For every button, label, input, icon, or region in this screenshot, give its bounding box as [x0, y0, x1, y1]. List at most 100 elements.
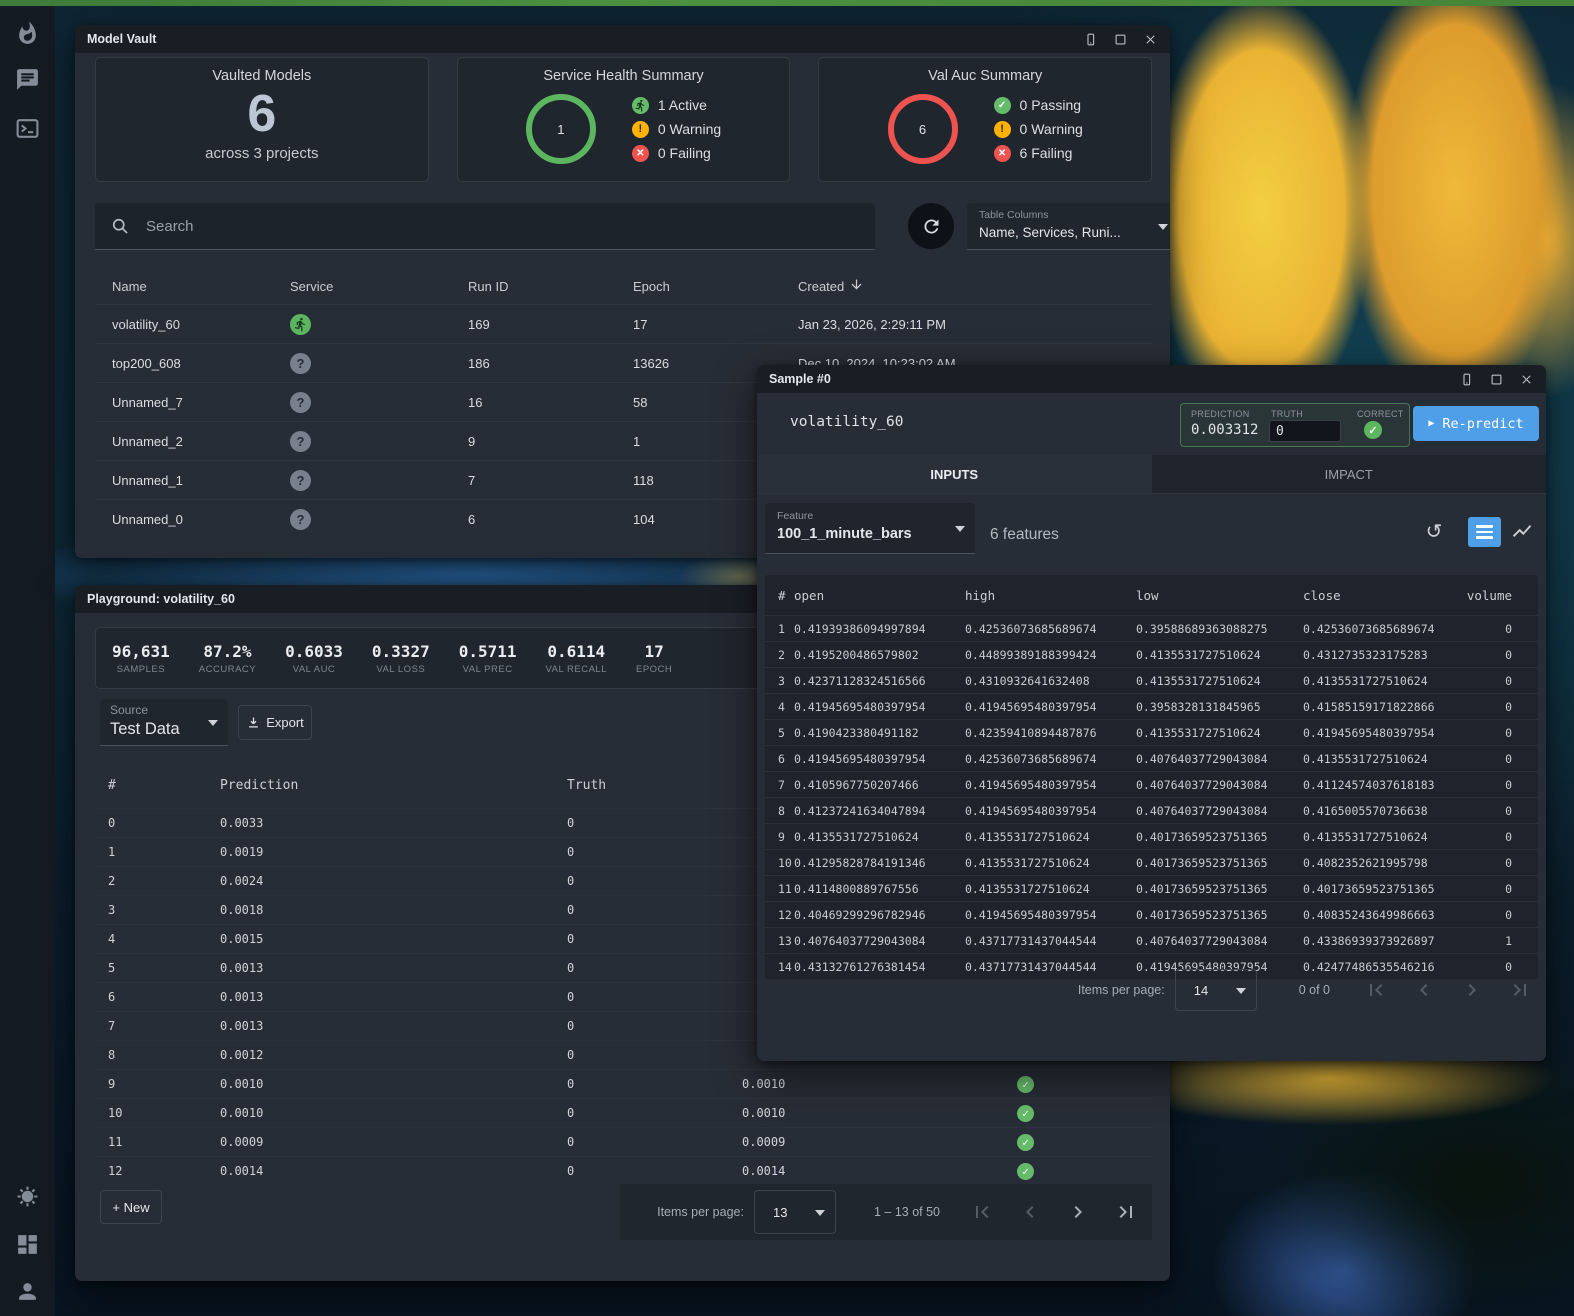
column-header-idx[interactable]: # [95, 778, 220, 793]
maximize-button[interactable] [1489, 372, 1504, 387]
column-header-truth[interactable]: Truth [567, 778, 742, 793]
legend-label: 1 Active [658, 97, 707, 113]
next-page-button[interactable] [1460, 978, 1484, 1002]
first-page-button[interactable] [1364, 978, 1388, 1002]
close-button[interactable] [1143, 32, 1158, 47]
feature-table-header: #openhighlowclosevolume [765, 575, 1538, 615]
model-name-cell: volatility_60 [95, 317, 290, 332]
prediction-cell: 0.0033 [220, 816, 567, 830]
high-cell: 0.41945695480397954 [965, 804, 1136, 818]
stat-item: 0.6033VAL AUC [285, 642, 343, 675]
stat-value: 96,631 [112, 642, 170, 661]
feature-row: 50.41904233804911820.423594108944878760.… [765, 719, 1538, 745]
popout-phone-button[interactable] [1459, 372, 1474, 387]
feature-row: 120.404692992967829460.41945695480397954… [765, 901, 1538, 927]
column-header-created[interactable]: Created [798, 277, 1152, 295]
feature-row: 30.423711283245165660.43109326416324080.… [765, 667, 1538, 693]
items-per-page-select[interactable]: 13 [754, 1190, 836, 1234]
previous-page-button[interactable] [1412, 978, 1436, 1002]
maximize-button[interactable] [1113, 32, 1128, 47]
truth-input[interactable] [1269, 420, 1341, 442]
val-auc-legend: ✓0 Passing!0 Warning✕6 Failing [994, 97, 1083, 162]
history-icon[interactable]: ↺ [1420, 518, 1448, 546]
index-cell: 7 [765, 778, 794, 792]
column-header-low: low [1136, 588, 1303, 603]
new-sample-button[interactable]: + New [100, 1190, 162, 1224]
brightness-icon[interactable] [15, 1184, 40, 1209]
flame-icon[interactable] [15, 21, 40, 46]
warning-icon: ! [994, 121, 1011, 138]
prediction-cell: 0.0015 [220, 932, 567, 946]
run-id-cell: 16 [468, 395, 633, 410]
high-cell: 0.42536073685689674 [965, 622, 1136, 636]
column-header-prediction[interactable]: Prediction [220, 778, 567, 793]
search-input[interactable] [144, 217, 838, 236]
correct-check-icon: ✓ [1017, 1134, 1034, 1151]
prediction-row[interactable]: 100.001000.0010✓ [95, 1098, 1152, 1127]
refresh-button[interactable] [908, 203, 954, 249]
prediction-row[interactable]: 120.001400.0014✓ [95, 1156, 1152, 1185]
line-chart-icon [1511, 520, 1533, 542]
column-header-run-id[interactable]: Run ID [468, 279, 633, 294]
ring-value: 1 [557, 122, 564, 137]
correct-cell: ✓ [1017, 1163, 1152, 1180]
legend-item: !0 Warning [632, 121, 721, 138]
model-name-cell: Unnamed_7 [95, 395, 290, 410]
column-header-service[interactable]: Service [290, 279, 468, 294]
last-page-button[interactable] [1508, 978, 1532, 1002]
repredict-button[interactable]: ▶ Re-predict [1413, 406, 1539, 441]
dashboard-icon[interactable] [15, 1232, 40, 1257]
chat-icon[interactable] [15, 67, 40, 92]
model-vault-titlebar[interactable]: Model Vault [75, 25, 1170, 53]
sidebar [0, 6, 55, 1316]
table-columns-select[interactable]: Table Columns Name, Services, Runi... [967, 203, 1170, 250]
truth-cell: 0 [567, 845, 742, 859]
model-name-cell: Unnamed_2 [95, 434, 290, 449]
prediction-cell: 0.0019 [220, 845, 567, 859]
prediction2-cell: 0.0010 [742, 1106, 1017, 1120]
export-button[interactable]: Export [238, 705, 312, 740]
open-cell: 0.41939386094997894 [794, 622, 965, 636]
stat-item: 96,631SAMPLES [112, 642, 170, 675]
stat-value: 17 [636, 642, 672, 661]
table-view-toggle[interactable] [1468, 517, 1501, 547]
feature-select[interactable]: Feature 100_1_minute_bars [765, 503, 975, 554]
tab-inputs[interactable]: INPUTS [757, 455, 1152, 493]
user-icon[interactable] [15, 1279, 40, 1304]
previous-page-button[interactable] [1018, 1200, 1042, 1224]
next-page-button[interactable] [1066, 1200, 1090, 1224]
run-id-cell: 9 [468, 434, 633, 449]
terminal-icon[interactable] [15, 116, 40, 141]
download-icon [246, 715, 261, 730]
card-title: Val Auc Summary [819, 68, 1151, 84]
sample-titlebar[interactable]: Sample #0 [757, 365, 1546, 393]
close-cell: 0.43386939373926897 [1303, 934, 1453, 948]
popout-phone-button[interactable] [1083, 32, 1098, 47]
last-page-button[interactable] [1114, 1200, 1138, 1224]
sample-tabs: INPUTS IMPACT [757, 455, 1546, 494]
feature-row: 40.419456954803979540.419456954803979540… [765, 693, 1538, 719]
source-select[interactable]: Source Test Data [100, 699, 228, 746]
column-header-name[interactable]: Name [95, 279, 290, 294]
column-header-open: open [794, 588, 965, 603]
feature-row: 110.41148008897675560.41355317275106240.… [765, 875, 1538, 901]
column-header-epoch[interactable]: Epoch [633, 279, 798, 294]
chevron-down-icon [1158, 224, 1168, 230]
index-cell: 5 [765, 726, 794, 740]
items-per-page-label: Items per page: [657, 1205, 744, 1219]
prediction-row[interactable]: 110.000900.0009✓ [95, 1127, 1152, 1156]
open-cell: 0.40764037729043084 [794, 934, 965, 948]
table-row[interactable]: volatility_6016917Jan 23, 2026, 2:29:11 … [95, 304, 1152, 343]
service-unknown-icon: ? [290, 392, 311, 413]
first-page-button[interactable] [970, 1200, 994, 1224]
tab-impact[interactable]: IMPACT [1152, 455, 1547, 493]
correct-check-icon: ✓ [1017, 1163, 1034, 1180]
items-per-page-select[interactable]: 14 [1175, 969, 1257, 1011]
chart-view-toggle[interactable] [1505, 517, 1538, 547]
close-button[interactable] [1519, 372, 1534, 387]
card-title: Service Health Summary [458, 68, 790, 84]
stat-value: 0.6033 [285, 642, 343, 661]
low-cell: 0.40764037729043084 [1136, 934, 1303, 948]
prediction-row[interactable]: 90.001000.0010✓ [95, 1069, 1152, 1098]
vaulted-models-card: Vaulted Models 6 across 3 projects [95, 57, 429, 182]
